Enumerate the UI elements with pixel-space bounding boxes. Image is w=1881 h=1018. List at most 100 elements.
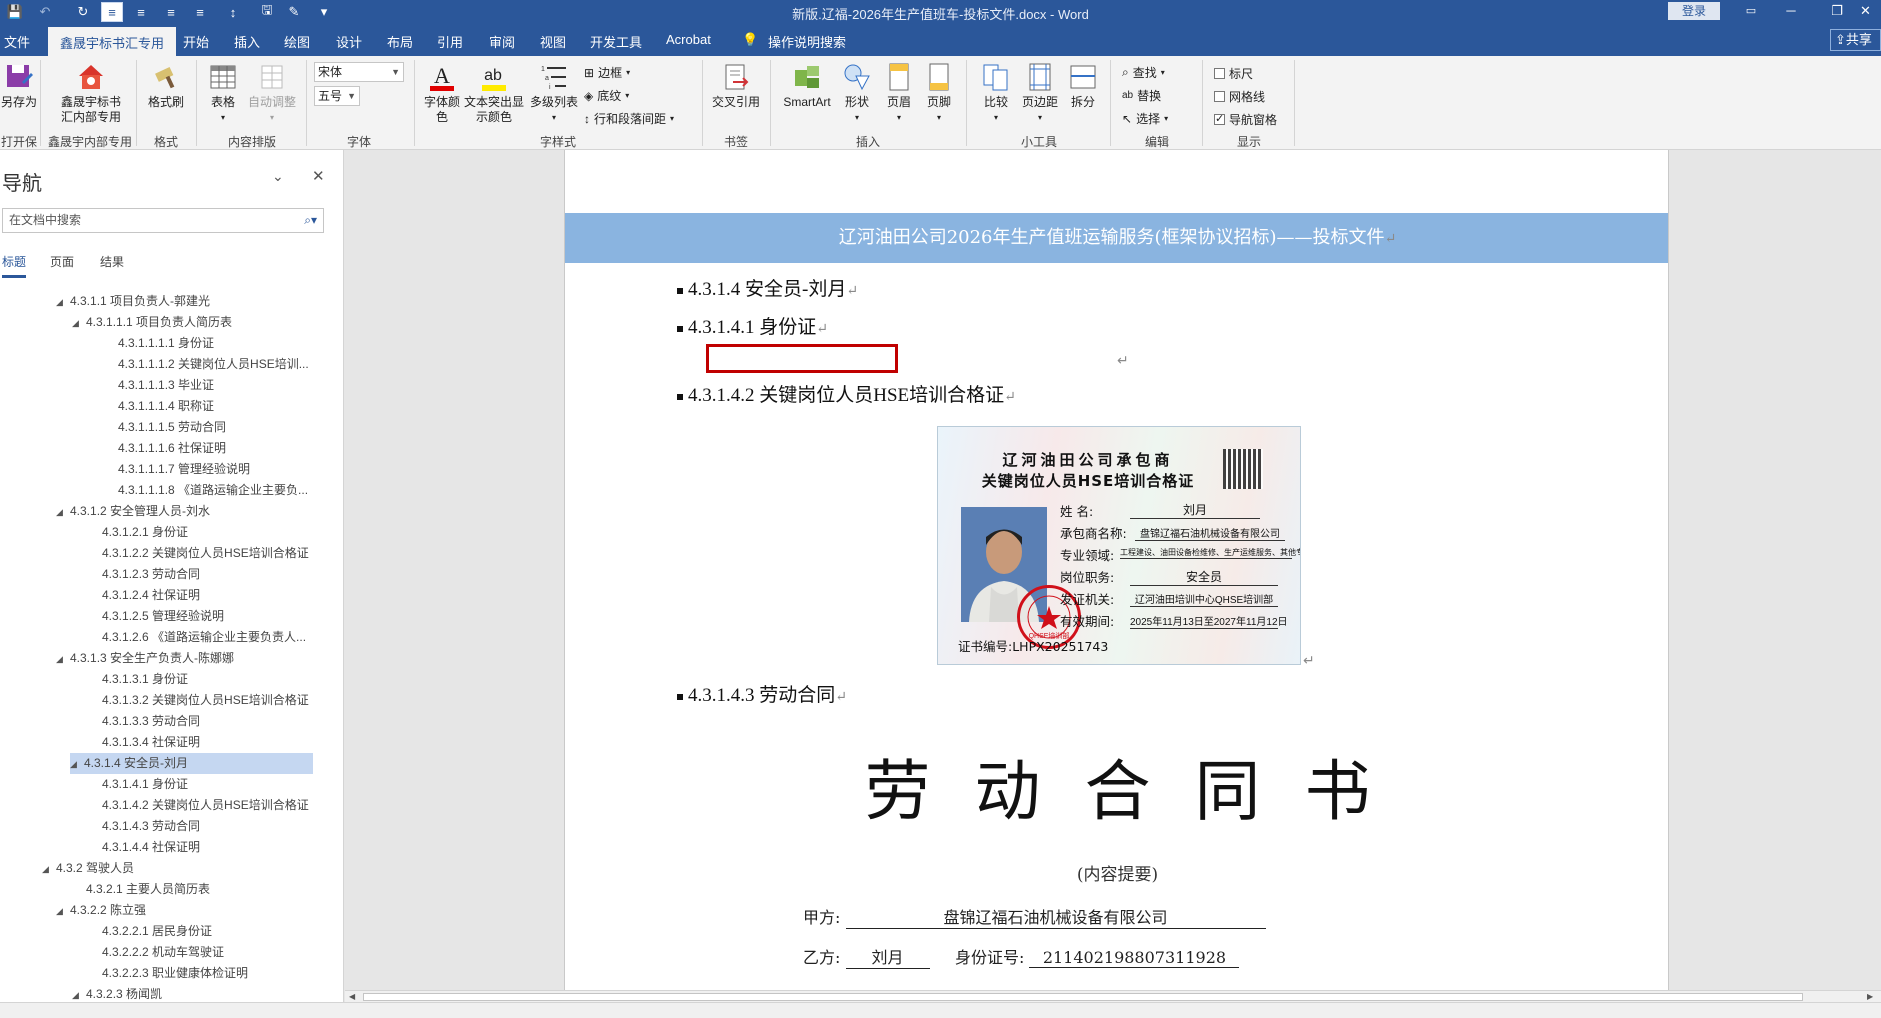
login-button[interactable]: 登录 (1668, 2, 1720, 20)
paragraph-spacing-button[interactable]: ↕ 行和段落间距 ▾ (584, 110, 674, 127)
nav-heading-item[interactable]: 4.3.1.1.1.7 管理经验说明 (118, 459, 250, 480)
tab-brand[interactable]: 鑫晟宇标书汇专用 (48, 27, 177, 56)
nav-pane-checkbox[interactable]: 导航窗格 (1214, 111, 1277, 128)
hse-certificate-image[interactable]: 辽河油田公司承包商 关键岗位人员HSE培训合格证 QHSE培训部 姓 名: 刘月… (937, 426, 1301, 665)
nav-search-input[interactable]: 在文档中搜索 ⌕▾ (2, 208, 324, 233)
nav-heading-item[interactable]: ◢ 4.3.1.2 安全管理人员-刘水 (56, 501, 210, 522)
nav-heading-item[interactable]: 4.3.1.1.1.2 关键岗位人员HSE培训... (118, 354, 309, 375)
brand-button[interactable]: 鑫晟宇标书 汇内部专用 (52, 62, 130, 125)
nav-heading-item[interactable]: ◢ 4.3.2 驾驶人员 (42, 858, 134, 879)
font-color-button[interactable]: A 字体颜 色 (420, 62, 464, 125)
expand-triangle-icon[interactable]: ◢ (56, 292, 70, 312)
expand-triangle-icon[interactable]: ◢ (72, 313, 86, 333)
scroll-left-icon[interactable]: ◀ (349, 992, 355, 1001)
nav-heading-item[interactable]: 4.3.1.1.1.8 《道路运输企业主要负... (118, 480, 308, 501)
save-as-button[interactable]: 另存为 (0, 62, 38, 110)
tab-layout[interactable]: 布局 (387, 32, 413, 51)
expand-triangle-icon[interactable]: ◢ (70, 754, 84, 774)
font-name-select[interactable]: 宋体 ▼ (314, 62, 404, 82)
ruler-checkbox[interactable]: 标尺 (1214, 65, 1253, 82)
heading-labor-contract[interactable]: 4.3.1.4.3 劳动合同↵ (677, 680, 847, 707)
smartart-button[interactable]: SmartArt (778, 62, 836, 110)
nav-heading-item[interactable]: 4.3.1.2.5 管理经验说明 (102, 606, 224, 627)
find-button[interactable]: ⌕ 查找 ▾ (1122, 64, 1165, 81)
table-button[interactable]: 表格 ▾ (204, 62, 242, 125)
nav-heading-item[interactable]: 4.3.1.3.2 关键岗位人员HSE培训合格证 (102, 690, 309, 711)
nav-heading-item[interactable]: 4.3.1.2.6 《道路运输企业主要负责人... (102, 627, 306, 648)
heading-id-card[interactable]: 4.3.1.4.1 身份证↵ (677, 312, 828, 339)
tab-developer[interactable]: 开发工具 (590, 32, 642, 51)
expand-triangle-icon[interactable]: ◢ (56, 649, 70, 669)
nav-heading-item[interactable]: 4.3.1.4.4 社保证明 (102, 837, 200, 858)
nav-heading-item[interactable]: ◢ 4.3.1.1 项目负责人-郭建光 (56, 291, 210, 312)
tab-view[interactable]: 视图 (540, 32, 566, 51)
nav-heading-item[interactable]: 4.3.2.1 主要人员简历表 (86, 879, 210, 900)
font-size-select[interactable]: 五号 ▼ (314, 86, 360, 106)
nav-heading-item[interactable]: ◢ 4.3.2.2 陈立强 (56, 900, 146, 921)
nav-heading-item[interactable]: ◢ 4.3.1.1.1 项目负责人简历表 (72, 312, 232, 333)
replace-button[interactable]: ab 替换 (1122, 87, 1161, 104)
nav-heading-item[interactable]: 4.3.1.4.2 关键岗位人员HSE培训合格证 (102, 795, 309, 816)
auto-adjust-button[interactable]: 自动调整 ▾ (244, 62, 300, 125)
expand-triangle-icon[interactable]: ◢ (56, 901, 70, 921)
nav-heading-item[interactable]: 4.3.1.4.3 劳动合同 (102, 816, 200, 837)
nav-tab-headings[interactable]: 标题 (2, 253, 27, 278)
close-button[interactable]: ✕ (1850, 0, 1881, 24)
nav-heading-item[interactable]: 4.3.1.2.4 社保证明 (102, 585, 200, 606)
close-icon[interactable]: ✕ (312, 167, 325, 185)
horizontal-scrollbar[interactable]: ◀ ▶ (345, 990, 1881, 1002)
multilevel-list-button[interactable]: 1ai 多级列表 ▾ (526, 62, 582, 125)
cross-reference-button[interactable]: 交叉引用 (708, 62, 764, 110)
nav-heading-item[interactable]: 4.3.2.2.1 居民身份证 (102, 921, 212, 942)
compare-button[interactable]: 比较 ▾ (976, 62, 1016, 125)
nav-heading-item[interactable]: 4.3.1.2.1 身份证 (102, 522, 188, 543)
nav-heading-item[interactable]: 4.3.1.1.1.6 社保证明 (118, 438, 226, 459)
minimize-button[interactable]: ─ (1768, 0, 1814, 24)
tab-home[interactable]: 开始 (183, 32, 209, 51)
expand-triangle-icon[interactable]: ◢ (56, 502, 70, 522)
gridlines-checkbox[interactable]: 网格线 (1214, 88, 1265, 105)
split-button[interactable]: 拆分 (1064, 62, 1102, 110)
tab-design[interactable]: 设计 (336, 32, 362, 51)
format-painter-button[interactable]: 格式刷 (142, 62, 190, 110)
highlight-button[interactable]: ab 文本突出显 示颜色 (462, 62, 526, 125)
shape-button[interactable]: 形状 ▾ (838, 62, 876, 125)
nav-heading-item[interactable]: ◢ 4.3.2.3 杨闻凯 (72, 984, 162, 1002)
nav-heading-item[interactable]: ◢ 4.3.1.4 安全员-刘月 (70, 753, 313, 774)
scroll-thumb[interactable] (363, 993, 1803, 1001)
tab-draw[interactable]: 绘图 (284, 32, 310, 51)
chevron-down-icon[interactable]: ⌄ (272, 168, 284, 185)
select-button[interactable]: ↖ 选择 ▾ (1122, 110, 1168, 127)
footer-button[interactable]: 页脚 ▾ (920, 62, 958, 125)
nav-heading-item[interactable]: 4.3.1.3.3 劳动合同 (102, 711, 200, 732)
nav-heading-item[interactable]: 4.3.1.4.1 身份证 (102, 774, 188, 795)
nav-heading-item[interactable]: 4.3.2.2.2 机动车驾驶证 (102, 942, 224, 963)
heading-hse-certificate[interactable]: 4.3.1.4.2 关键岗位人员HSE培训合格证↵ (677, 380, 1016, 407)
nav-heading-item[interactable]: ◢ 4.3.1.3 安全生产负责人-陈娜娜 (56, 648, 234, 669)
search-icon[interactable]: ⌕▾ (304, 209, 317, 232)
nav-heading-item[interactable]: 4.3.1.1.1.3 毕业证 (118, 375, 214, 396)
nav-heading-item[interactable]: 4.3.1.3.4 社保证明 (102, 732, 200, 753)
tab-review[interactable]: 审阅 (489, 32, 515, 51)
border-button[interactable]: ⊞ 边框 ▾ (584, 64, 630, 81)
nav-heading-item[interactable]: 4.3.1.1.1.4 职称证 (118, 396, 214, 417)
nav-tab-pages[interactable]: 页面 (50, 253, 74, 270)
expand-triangle-icon[interactable]: ◢ (42, 859, 56, 879)
margins-button[interactable]: 页边距 ▾ (1018, 62, 1062, 125)
share-button[interactable]: ⇪共享 (1830, 29, 1881, 51)
shading-button[interactable]: ◈ 底纹 ▾ (584, 87, 629, 104)
scroll-right-icon[interactable]: ▶ (1867, 992, 1873, 1001)
nav-heading-item[interactable]: 4.3.1.3.1 身份证 (102, 669, 188, 690)
tab-file[interactable]: 文件 (4, 32, 30, 51)
tab-insert[interactable]: 插入 (234, 32, 260, 51)
tell-me-search[interactable]: 操作说明搜索 (768, 32, 846, 51)
nav-heading-item[interactable]: 4.3.2.2.3 职业健康体检证明 (102, 963, 248, 984)
nav-tab-results[interactable]: 结果 (100, 253, 124, 270)
selection-box[interactable] (706, 344, 898, 373)
header-button[interactable]: 页眉 ▾ (880, 62, 918, 125)
nav-heading-item[interactable]: 4.3.1.1.1.5 劳动合同 (118, 417, 226, 438)
tab-references[interactable]: 引用 (437, 32, 463, 51)
nav-heading-item[interactable]: 4.3.1.2.3 劳动合同 (102, 564, 200, 585)
nav-heading-item[interactable]: 4.3.1.2.2 关键岗位人员HSE培训合格证 (102, 543, 309, 564)
tab-acrobat[interactable]: Acrobat (666, 32, 711, 47)
